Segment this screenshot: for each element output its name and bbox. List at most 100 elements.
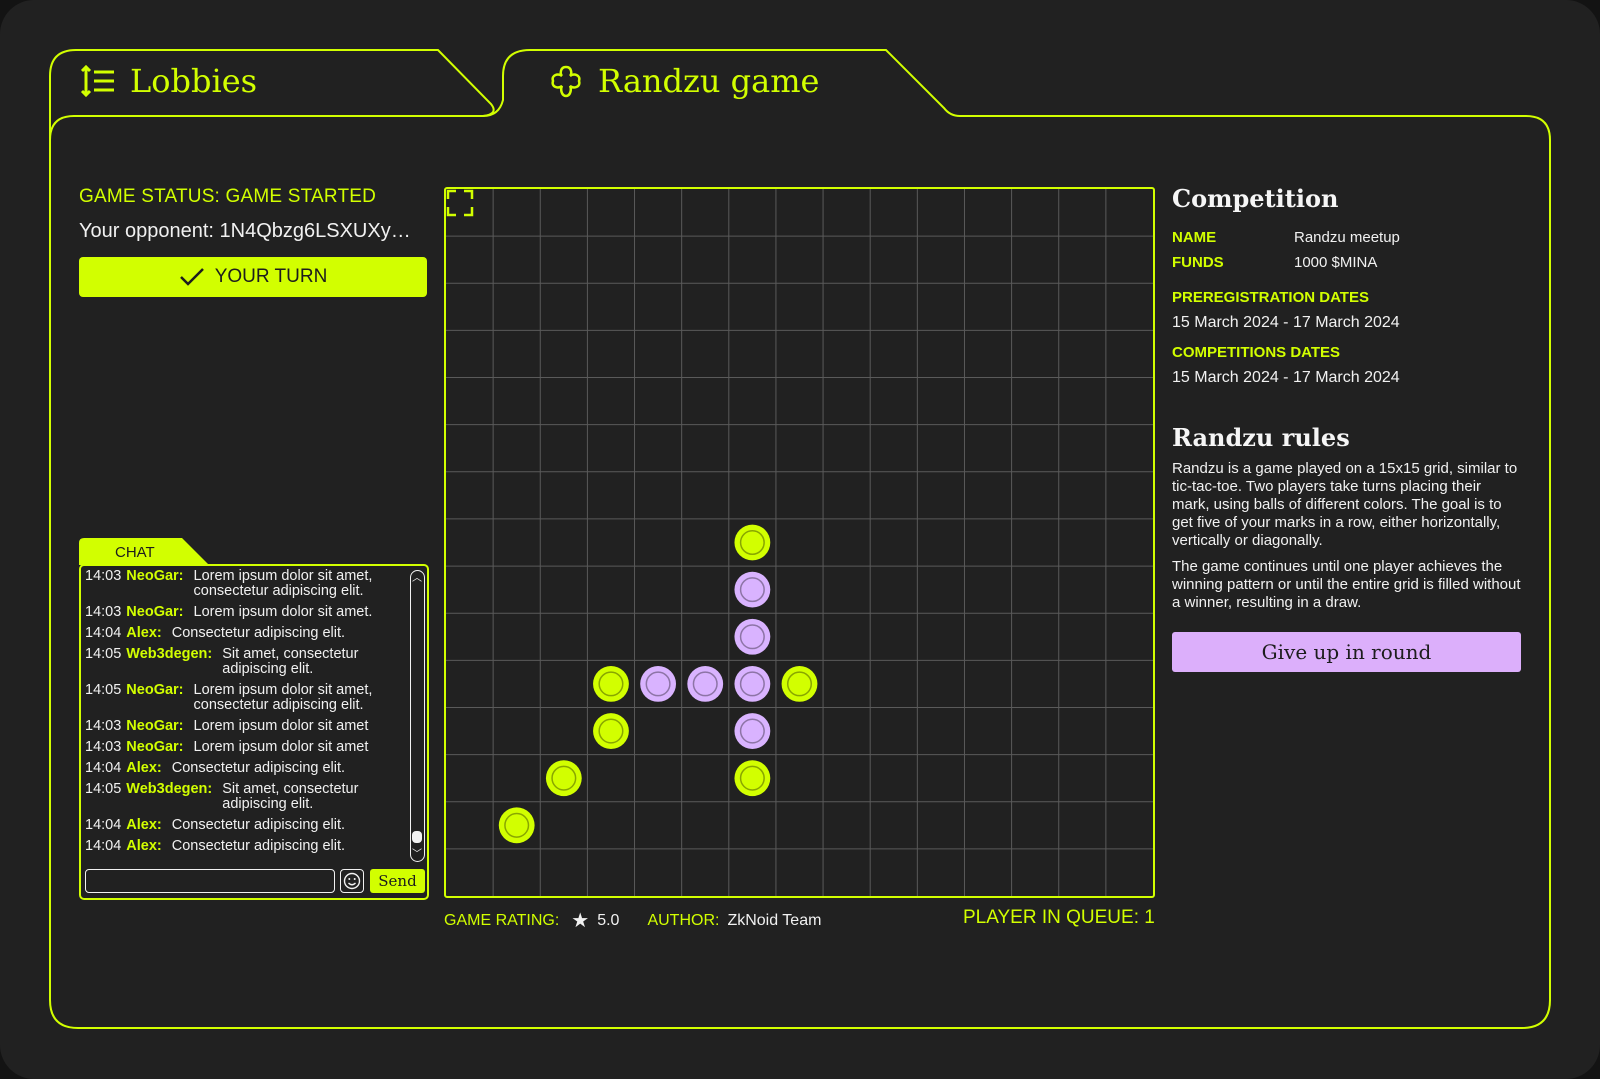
chat-tab-label: CHAT bbox=[115, 544, 155, 561]
chat-input[interactable] bbox=[85, 869, 335, 893]
chat-user: Alex: bbox=[126, 625, 162, 641]
author-value: ZkNoid Team bbox=[727, 911, 822, 929]
competition-funds-row: FUNDS 1000 $MINA bbox=[1172, 254, 1522, 271]
stone-lime bbox=[734, 760, 771, 797]
chat-user: Web3degen: bbox=[126, 646, 213, 662]
chat-time: 14:03 bbox=[85, 569, 122, 584]
fullscreen-icon[interactable] bbox=[446, 189, 474, 217]
stone-lime bbox=[734, 524, 771, 561]
scroll-down-icon[interactable]: ﹀ bbox=[411, 850, 423, 860]
scrollbar-thumb[interactable] bbox=[412, 831, 422, 843]
chat-text: Sit amet, consectetur adipiscing elit. bbox=[222, 646, 359, 677]
chat-user: Web3degen: bbox=[126, 781, 213, 797]
opponent-address: Your opponent: 1N4Qbzg6LSXUXyX... bbox=[79, 220, 419, 242]
stone-purple bbox=[640, 665, 677, 702]
stone-lime bbox=[498, 807, 535, 844]
chat-message: 14:03 NeoGar: Lorem ipsum dolor sit amet, … bbox=[85, 569, 403, 599]
send-button[interactable]: Send bbox=[370, 869, 425, 893]
chat-time: 14:03 bbox=[85, 739, 122, 755]
prereg-value: 15 March 2024 - 17 March 2024 bbox=[1172, 314, 1400, 331]
stone-purple bbox=[734, 571, 771, 608]
chat-time: 14:04 bbox=[85, 625, 122, 641]
chat-time: 14:03 bbox=[85, 718, 122, 734]
prereg-label: PREREGISTRATION DATES bbox=[1172, 289, 1369, 306]
comp-dates-label: COMPETITIONS DATES bbox=[1172, 344, 1341, 361]
your-turn-label: YOUR TURN bbox=[214, 266, 328, 287]
chat-time: 14:05 bbox=[85, 646, 122, 662]
star-icon: ★ bbox=[571, 910, 590, 932]
chat-time: 14:04 bbox=[85, 838, 122, 854]
chat-text: Lorem ipsum dolor sit amet bbox=[193, 718, 369, 734]
game-rating-value: 5.0 bbox=[597, 911, 620, 929]
chat-message: 14:05 Web3degen: Sit amet, consectetur adi… bbox=[85, 782, 403, 812]
stone-lime bbox=[781, 665, 818, 702]
chat-text: Consectetur adipiscing elit. bbox=[171, 760, 346, 776]
board-grid[interactable] bbox=[446, 189, 1153, 896]
stone-lime bbox=[593, 665, 629, 702]
chat-user: Alex: bbox=[126, 760, 162, 776]
chat-message: 14:04 Alex: Consectetur adipiscing elit. bbox=[85, 818, 403, 833]
chat-time: 14:04 bbox=[85, 817, 122, 833]
chat-text: Consectetur adipiscing elit. bbox=[171, 817, 346, 833]
chat-text: Sit amet, consectetur adipiscing elit. bbox=[222, 781, 359, 812]
give-up-button[interactable]: Give up in round bbox=[1172, 632, 1521, 672]
chat-user: NeoGar: bbox=[126, 682, 184, 698]
tab-randzu-game[interactable]: Randzu game bbox=[548, 62, 819, 100]
chat-panel: 14:03 NeoGar: Lorem ipsum dolor sit amet, … bbox=[79, 564, 429, 900]
scroll-up-icon[interactable]: ︿ bbox=[411, 574, 423, 584]
competition-name-row: NAME Randzu meetup bbox=[1172, 229, 1522, 246]
chat-user: NeoGar: bbox=[126, 604, 184, 620]
chat-message: 14:05 Web3degen: Sit amet, consectetur adi… bbox=[85, 647, 403, 677]
smiley-icon bbox=[343, 872, 361, 890]
flower-icon bbox=[551, 65, 581, 98]
chat-text: Lorem ipsum dolor sit amet. bbox=[193, 604, 373, 620]
chat-message-list: 14:03 NeoGar: Lorem ipsum dolor sit amet, … bbox=[85, 569, 403, 865]
rules-paragraph-2: The game continues until one player achi… bbox=[1172, 558, 1521, 611]
chat-time: 14:05 bbox=[85, 682, 122, 698]
chat-message: 14:03 NeoGar: Lorem ipsum dolor sit amet. bbox=[85, 605, 403, 620]
rules-title: Randzu rules bbox=[1172, 423, 1350, 452]
chat-user: Alex: bbox=[126, 838, 162, 854]
stone-purple bbox=[734, 713, 771, 749]
chat-user: NeoGar: bbox=[126, 718, 184, 734]
chat-message: 14:04 Alex: Consectetur adipiscing elit. bbox=[85, 839, 403, 854]
chat-message: 14:03 NeoGar: Lorem ipsum dolor sit amet bbox=[85, 740, 403, 755]
funds-value: 1000 $MINA bbox=[1294, 254, 1378, 271]
rules-paragraph-1: Randzu is a game played on a 15x15 grid,… bbox=[1172, 460, 1518, 549]
stone-lime bbox=[593, 713, 629, 749]
check-icon bbox=[179, 268, 204, 286]
stone-purple bbox=[734, 618, 771, 655]
list-sort-icon bbox=[80, 64, 114, 98]
chat-text: Consectetur adipiscing elit. bbox=[171, 838, 346, 854]
player-queue: PLAYER IN QUEUE: 1 bbox=[963, 907, 1155, 928]
chat-text: Consectetur adipiscing elit. bbox=[171, 625, 346, 641]
game-board[interactable] bbox=[444, 187, 1155, 898]
chat-text: Lorem ipsum dolor sit amet, consectetur … bbox=[193, 682, 373, 713]
tab-randzu-game-label: Randzu game bbox=[598, 62, 820, 100]
competition-title: Competition bbox=[1172, 184, 1339, 213]
funds-label: FUNDS bbox=[1172, 254, 1224, 271]
info-panel: Competition NAME Randzu meetup FUNDS 100… bbox=[1172, 184, 1522, 672]
your-turn-indicator: YOUR TURN bbox=[79, 257, 427, 297]
game-rating: GAME RATING: ★ 5.0 AUTHOR: ZkNoid Team bbox=[444, 908, 821, 933]
game-status: GAME STATUS: GAME STARTED bbox=[79, 186, 377, 207]
chat-scrollbar[interactable]: ︿ ﹀ bbox=[410, 570, 425, 862]
chat-message: 14:03 NeoGar: Lorem ipsum dolor sit amet bbox=[85, 719, 403, 734]
chat-message: 14:04 Alex: Consectetur adipiscing elit. bbox=[85, 761, 403, 776]
chat-time: 14:05 bbox=[85, 781, 122, 797]
stone-lime bbox=[545, 760, 582, 797]
chat-message: 14:05 NeoGar: Lorem ipsum dolor sit amet, … bbox=[85, 683, 403, 713]
chat-time: 14:03 bbox=[85, 604, 122, 620]
game-rating-label: GAME RATING: bbox=[444, 911, 560, 929]
emoji-button[interactable] bbox=[340, 869, 364, 893]
comp-dates-value: 15 March 2024 - 17 March 2024 bbox=[1172, 369, 1400, 386]
tab-lobbies[interactable]: Lobbies bbox=[80, 62, 257, 100]
stone-purple bbox=[734, 665, 771, 702]
chat-text: Lorem ipsum dolor sit amet bbox=[193, 739, 369, 755]
tab-lobbies-label: Lobbies bbox=[130, 62, 258, 100]
chat-user: Alex: bbox=[126, 817, 162, 833]
chat-message: 14:04 Alex: Consectetur adipiscing elit. bbox=[85, 626, 403, 641]
chat-user: NeoGar: bbox=[126, 569, 184, 584]
stone-purple bbox=[687, 665, 724, 702]
chat-text: Lorem ipsum dolor sit amet, consectetur … bbox=[193, 569, 373, 599]
